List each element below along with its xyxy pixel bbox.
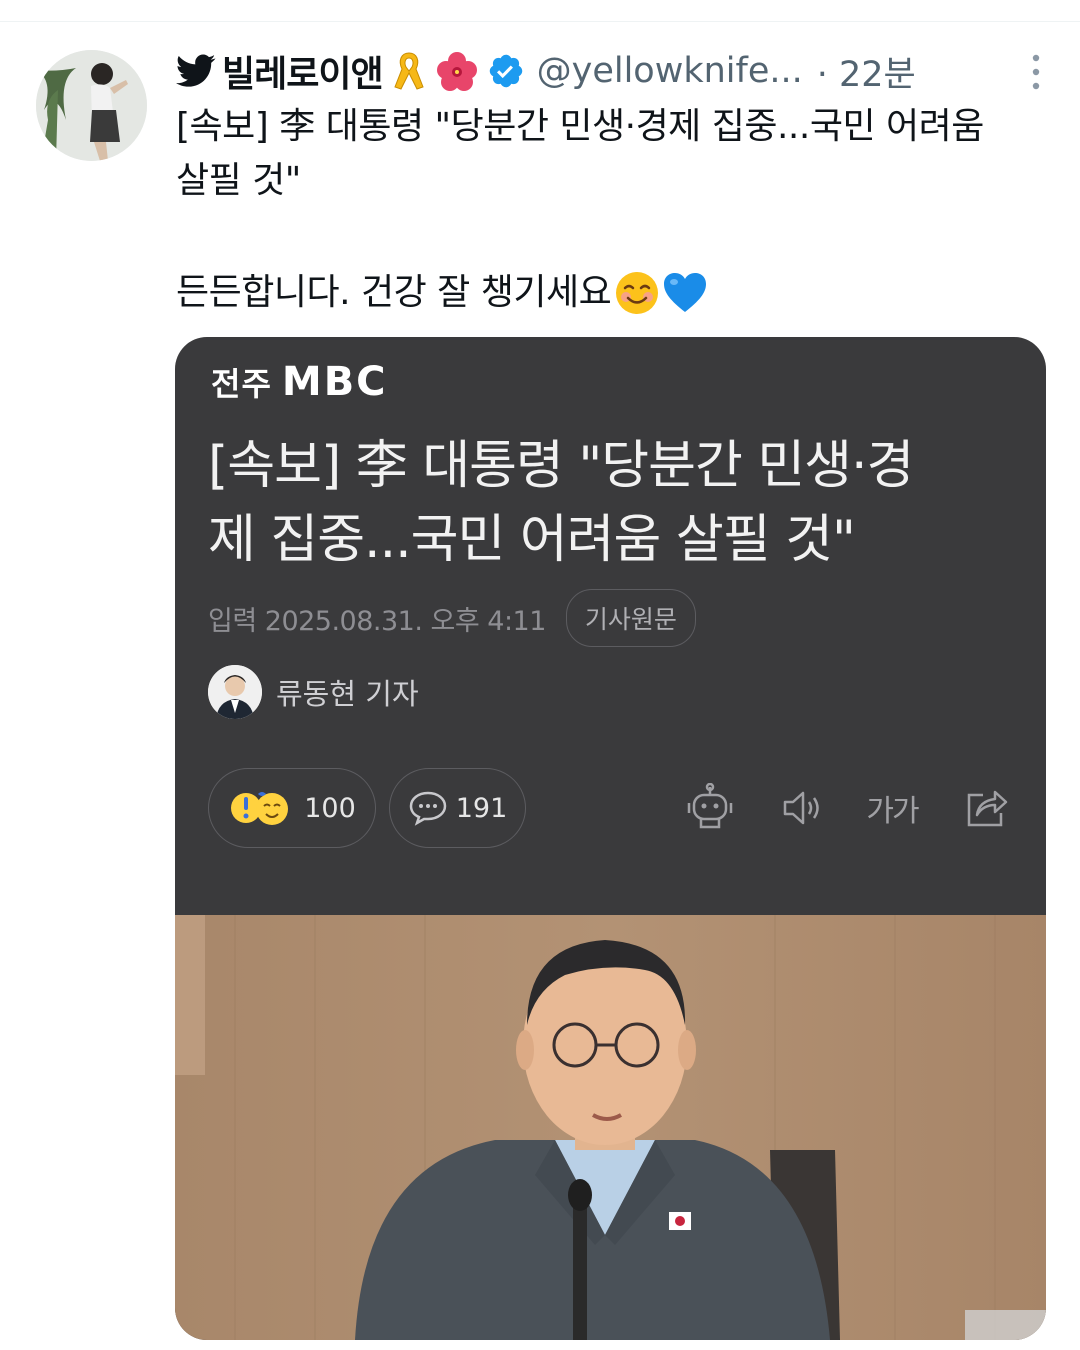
reporter-name: 류동현 기자 — [276, 677, 419, 711]
headline-line2: 제 집중...국민 어려움 살필 것" — [208, 510, 856, 570]
yellow-ribbon-emoji — [393, 52, 424, 90]
tweet-text-message: 든든합니다. 건강 잘 챙기세요 — [176, 266, 709, 320]
reporter-avatar — [208, 665, 262, 719]
comment-button[interactable]: 191 — [389, 768, 526, 848]
tweet-text: [속보] 李 대통령 "당분간 민생·경제 집중...국민 어려움 살필 것" — [176, 100, 1056, 208]
share-icon[interactable] — [960, 782, 1012, 834]
article-photo[interactable] — [175, 915, 1046, 1340]
tweet-time[interactable]: · 22분 — [817, 46, 916, 97]
reaction-emoji-icon — [231, 792, 289, 825]
tweet-text-line1b: 살필 것" — [176, 160, 301, 201]
hibiscus-emoji — [436, 52, 477, 91]
font-size-button[interactable]: 가가 — [866, 782, 919, 834]
verified-badge-icon — [489, 54, 522, 88]
twitter-bird-icon — [176, 54, 216, 87]
news-logo: 전주 MBC — [211, 359, 388, 405]
comment-count: 191 — [455, 792, 508, 824]
user-avatar[interactable] — [36, 50, 147, 161]
article-actions: 100 191 가가 — [208, 768, 1013, 848]
text-to-speech-icon[interactable] — [776, 782, 828, 834]
font-size-label: 가가 — [866, 794, 919, 829]
original-article-button[interactable]: 기사원문 — [565, 589, 696, 647]
blue-heart-emoji — [664, 273, 707, 312]
logo-brand-text: MBC — [281, 359, 388, 405]
article-date: 입력 2025.08.31. 오후 4:11 — [208, 605, 546, 637]
comment-icon — [409, 791, 446, 826]
top-divider — [0, 0, 1080, 22]
article-headline: [속보] 李 대통령 "당분간 민생·경 제 집중...국민 어려움 살필 것" — [208, 429, 1008, 577]
reaction-button[interactable]: 100 — [208, 768, 376, 848]
headline-line1: [속보] 李 대통령 "당분간 민생·경 — [208, 436, 914, 496]
tweet-text-line2: 든든합니다. 건강 잘 챙기세요 — [176, 272, 612, 313]
tweet-text-line1: [속보] 李 대통령 "당분간 민생·경제 집중...국민 어려움 — [176, 106, 984, 147]
more-options-icon[interactable] — [1026, 50, 1046, 94]
display-name[interactable]: 빌레로이앤 — [222, 45, 384, 97]
tweet-header: 빌레로이앤 @yellowknife... · 22분 — [176, 44, 1046, 98]
reaction-count: 100 — [304, 792, 356, 824]
article-meta: 입력 2025.08.31. 오후 4:11 기사원문 — [208, 589, 696, 647]
article-card[interactable]: 전주 MBC [속보] 李 대통령 "당분간 민생·경 제 집중...국민 어려… — [175, 337, 1046, 1340]
user-handle[interactable]: @yellowknife... — [537, 51, 803, 91]
smiling-face-emoji — [616, 272, 659, 314]
reporter-info[interactable]: 류동현 기자 — [208, 665, 419, 719]
ai-summary-robot-icon[interactable] — [684, 782, 736, 834]
logo-region-text: 전주 — [211, 365, 272, 403]
